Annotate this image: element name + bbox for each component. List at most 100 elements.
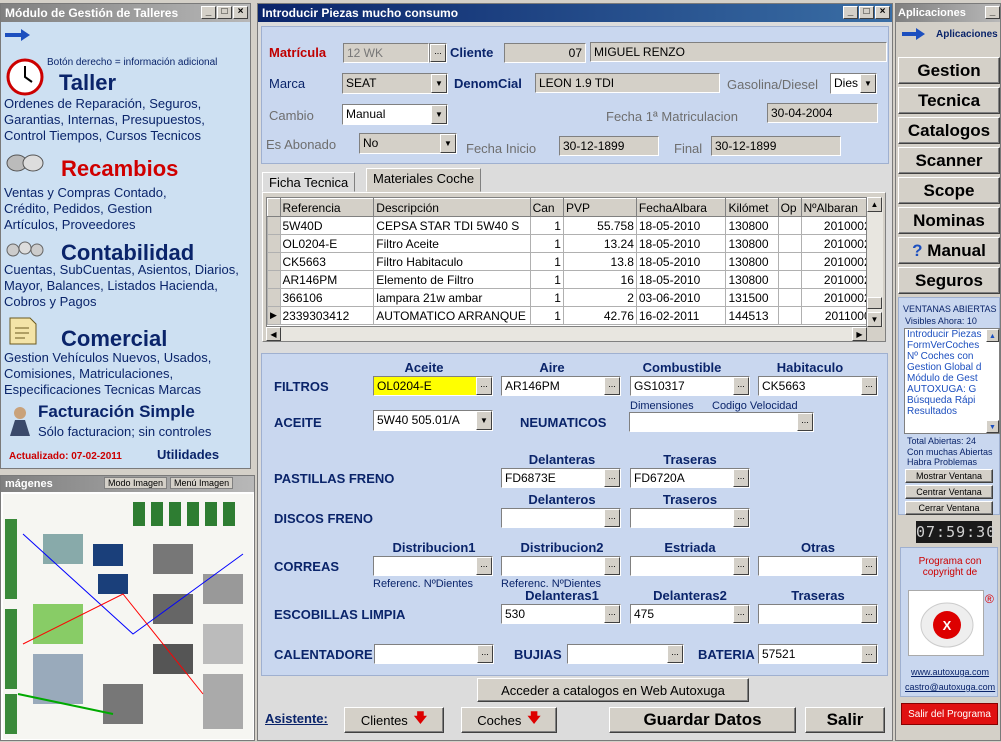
chevron-down-icon[interactable]: ▼ [431, 74, 447, 93]
tab-materiales-coche[interactable]: Materiales Coche [366, 168, 482, 192]
ellipsis-icon[interactable]: ... [797, 413, 813, 431]
horizontal-scrollbar[interactable]: ◀ ▶ [266, 327, 867, 341]
ellipsis-icon[interactable]: ... [430, 44, 446, 62]
ellipsis-icon[interactable]: ... [604, 557, 620, 575]
module-facturacion[interactable]: Facturación Simple [38, 402, 195, 422]
fmatric-field[interactable]: 30-04-2004 [767, 103, 878, 123]
arrow-right-icon[interactable] [902, 28, 926, 43]
denom-field[interactable]: LEON 1.9 TDI [535, 73, 720, 93]
scroll-up-icon[interactable]: ▲ [867, 197, 882, 212]
scroll-left-icon[interactable]: ◀ [266, 327, 281, 341]
table-row[interactable]: 366106 lampara 21w ambar 1 2 03-06-2010 13150… [267, 288, 866, 307]
arrow-right-icon[interactable] [5, 28, 31, 42]
nav-tecnica[interactable]: Tecnica [898, 87, 1000, 114]
matricula-field[interactable]: 12 WK [343, 43, 429, 63]
list-item[interactable]: Búsqueda Rápi [907, 395, 999, 406]
escobilla-del2-field[interactable]: 475... [630, 604, 750, 624]
chevron-down-icon[interactable]: ▼ [431, 105, 447, 124]
left-window-titlebar[interactable]: Módulo de Gestión de Talleres _ □ × [1, 4, 250, 22]
module-recambios[interactable]: Recambios [61, 156, 178, 182]
table-row[interactable]: CK5663 Filtro Habitaculo 1 13.8 18-05-2010 13… [267, 252, 866, 271]
col-header[interactable]: NºAlbaran [800, 198, 866, 217]
list-item[interactable]: Nº Coches con [907, 351, 999, 362]
scroll-down-icon[interactable]: ▼ [986, 420, 999, 433]
table-row[interactable]: OL0204-E Filtro Aceite 1 13.24 18-05-2010 130… [267, 234, 866, 253]
images-titlebar[interactable]: mágenes Modo Imagen Menú Imagen [1, 476, 254, 492]
chevron-down-icon[interactable]: ▼ [440, 134, 456, 153]
ellipsis-icon[interactable]: ... [733, 377, 749, 395]
materials-grid[interactable]: Referencia Descripción Can PVP FechaAlba… [266, 197, 867, 327]
pastillas-del-field[interactable]: FD6873E... [501, 468, 621, 488]
neumaticos-field[interactable]: ... [629, 412, 814, 432]
ellipsis-icon[interactable]: ... [604, 469, 620, 487]
filtro-aire-field[interactable]: AR146PM... [501, 376, 621, 396]
scroll-right-icon[interactable]: ▶ [852, 327, 867, 341]
correa-d1-field[interactable]: ... [373, 556, 493, 576]
maximize-button[interactable]: □ [217, 6, 232, 19]
engine-diagram-image[interactable] [3, 494, 253, 739]
final-field[interactable]: 30-12-1899 [711, 136, 841, 156]
ellipsis-icon[interactable]: ... [733, 509, 749, 527]
module-comercial[interactable]: Comercial [61, 326, 167, 352]
cliente-code-field[interactable]: 07 [504, 43, 586, 63]
ellipsis-icon[interactable]: ... [861, 645, 877, 663]
ellipsis-icon[interactable]: ... [476, 557, 492, 575]
chevron-down-icon[interactable]: ▼ [476, 411, 492, 430]
nav-manual[interactable]: ? Manual [898, 237, 1000, 264]
web-catalog-button[interactable]: Acceder a catalogos en Web Autoxuga [477, 678, 749, 702]
centrar-ventana-button[interactable]: Centrar Ventana [905, 485, 993, 499]
correa-estriada-field[interactable]: ... [630, 556, 750, 576]
module-taller[interactable]: Taller [59, 70, 116, 96]
image-menu-dropdown[interactable]: Menú Imagen [170, 477, 234, 489]
minimize-button[interactable]: _ [843, 6, 858, 19]
ellipsis-icon[interactable]: ... [861, 605, 877, 623]
pastillas-tras-field[interactable]: FD6720A... [630, 468, 750, 488]
website-link[interactable]: www.autoxuga.com [911, 667, 989, 677]
col-header[interactable]: Descripción [373, 198, 531, 217]
minimize-button[interactable]: _ [201, 6, 216, 19]
apps-titlebar[interactable]: Aplicaciones _ [896, 4, 1000, 22]
filtro-habitaculo-field[interactable]: CK5663... [758, 376, 878, 396]
list-item[interactable]: Resultados [907, 406, 999, 417]
salir-button[interactable]: Salir [805, 707, 885, 733]
calentador-field[interactable]: ... [374, 644, 494, 664]
correa-otras-field[interactable]: ... [758, 556, 878, 576]
maximize-button[interactable]: □ [859, 6, 874, 19]
col-header[interactable]: Op [777, 198, 802, 217]
salir-programa-button[interactable]: Salir del Programa [901, 703, 998, 725]
nav-nominas[interactable]: Nominas [898, 207, 1000, 234]
guardar-datos-button[interactable]: Guardar Datos [609, 707, 796, 733]
list-item[interactable]: Módulo de Gest [907, 373, 999, 384]
cerrar-ventana-button[interactable]: Cerrar Ventana [905, 501, 993, 515]
col-header[interactable]: Referencia [279, 198, 375, 217]
clientes-button[interactable]: Clientes 🡇 [344, 707, 444, 733]
list-item[interactable]: Gestion Global d [907, 362, 999, 373]
email-link[interactable]: castro@autoxuga.com [905, 682, 995, 692]
bateria-field[interactable]: 57521... [758, 644, 878, 664]
filtro-aceite-field[interactable]: OL0204-E... [373, 376, 493, 396]
scroll-up-icon[interactable]: ▲ [986, 329, 999, 342]
mostrar-ventana-button[interactable]: Mostrar Ventana [905, 469, 993, 483]
col-header[interactable]: Kilómet [725, 198, 779, 217]
ellipsis-icon[interactable]: ... [733, 605, 749, 623]
aceite-select[interactable]: 5W40 505.01/A ▼ [373, 410, 493, 431]
marca-select[interactable]: SEAT ▼ [342, 73, 448, 94]
cambio-select[interactable]: Manual ▼ [342, 104, 448, 125]
ellipsis-icon[interactable]: ... [604, 377, 620, 395]
nav-scope[interactable]: Scope [898, 177, 1000, 204]
nav-scanner[interactable]: Scanner [898, 147, 1000, 174]
ellipsis-icon[interactable]: ... [733, 469, 749, 487]
table-row[interactable]: ▶ 2339303412 AUTOMATICO ARRANQUE 1 42.76 16-0… [267, 306, 866, 325]
ellipsis-icon[interactable]: ... [604, 605, 620, 623]
nav-seguros[interactable]: Seguros [898, 267, 1000, 294]
table-row[interactable]: AR146PM Elemento de Filtro 1 16 18-05-2010 13… [267, 270, 866, 289]
ellipsis-icon[interactable]: ... [477, 645, 493, 663]
close-button[interactable]: × [875, 6, 890, 19]
open-windows-list[interactable]: Introducir Piezas FormVerCoches Nº Coche… [904, 328, 1000, 434]
ellipsis-icon[interactable]: ... [604, 509, 620, 527]
filtro-combustible-field[interactable]: GS10317... [630, 376, 750, 396]
col-header[interactable]: FechaAlbara [635, 198, 727, 217]
escobilla-del1-field[interactable]: 530... [501, 604, 621, 624]
scroll-thumb[interactable] [867, 297, 882, 309]
tab-ficha-tecnica[interactable]: Ficha Tecnica [262, 172, 356, 192]
